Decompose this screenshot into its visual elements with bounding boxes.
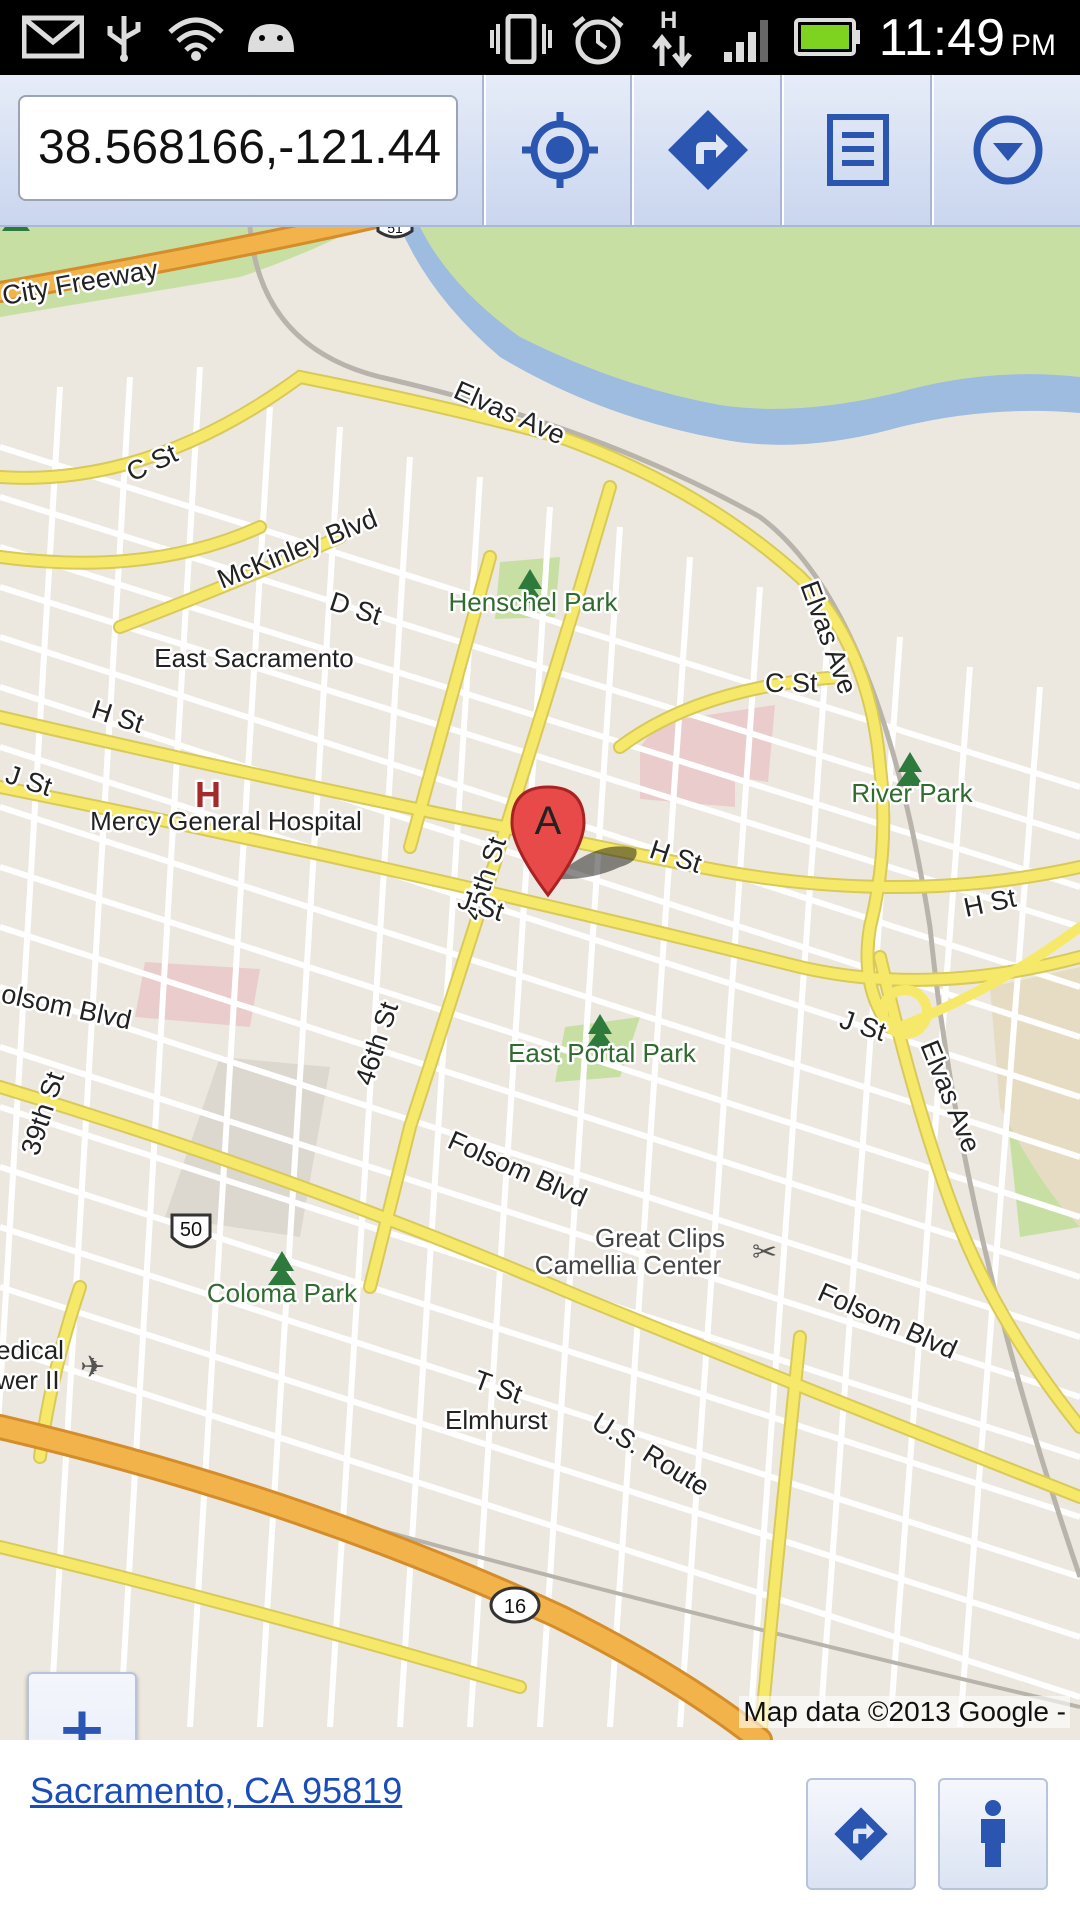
route-51-shield-label: 51 (387, 227, 403, 236)
address-link[interactable]: Sacramento, CA 95819 (30, 1770, 402, 1812)
battery-icon (794, 18, 860, 56)
camellia-center-label: Camellia Center (535, 1250, 722, 1280)
route-16-shield-label: 16 (504, 1596, 526, 1618)
signal-icon (724, 20, 768, 62)
person-icon (981, 1800, 1005, 1867)
status-bar: H 11:49 PM (0, 0, 1080, 75)
svg-text:H: H (660, 7, 677, 34)
elmhurst-label: Elmhurst (445, 1405, 548, 1435)
chevron-down-icon (973, 115, 1043, 185)
henschel-park-label: Henschel Park (448, 587, 618, 617)
map-view[interactable]: 50 16 51 H ✂ ✈ City Freeway Elvas Ave C … (0, 227, 1080, 1740)
status-ampm: PM (1011, 29, 1056, 62)
directions-button-bottom[interactable] (806, 1778, 916, 1890)
wifi-icon (168, 17, 224, 61)
directions-icon (834, 1807, 888, 1861)
mckinley-blvd-label: McKinley Blvd (213, 503, 381, 594)
coloma-park-label: Coloma Park (207, 1278, 358, 1308)
t-st-label: T St (470, 1364, 527, 1409)
usb-icon (107, 16, 141, 62)
hspa-data-icon: H (652, 7, 692, 68)
c-st-right-label: C St (765, 668, 818, 698)
east-sacramento-label: East Sacramento (154, 643, 353, 673)
map-canvas: 50 16 51 H ✂ ✈ City Freeway Elvas Ave C … (0, 227, 1080, 1740)
route-50-shield-label: 50 (180, 1219, 202, 1241)
zoom-in-button[interactable]: + (29, 1674, 135, 1740)
vibrate-icon (490, 14, 552, 64)
zoom-control: + − (27, 1672, 137, 1740)
marker-letter-label: A (535, 799, 562, 843)
airport-icon: ✈ (80, 1350, 105, 1385)
great-clips-label: Great Clips (595, 1223, 725, 1253)
tree-icon (2, 227, 30, 231)
map-attribution: Map data ©2013 Google - (739, 1696, 1070, 1728)
street-view-button[interactable] (938, 1778, 1048, 1890)
route-51-shield: 51 (376, 227, 414, 239)
route-50-shield: 50 (170, 1213, 212, 1249)
directions-icon (668, 110, 748, 190)
medical-label: edical (0, 1335, 64, 1365)
my-location-icon (522, 112, 598, 188)
tower-label: wer II (0, 1365, 60, 1395)
list-button[interactable] (782, 75, 932, 225)
river-park-label: River Park (851, 778, 973, 808)
location-marker-a[interactable]: A (510, 785, 637, 898)
android-icon (248, 24, 294, 52)
east-portal-park-label: East Portal Park (508, 1038, 697, 1068)
d-st-label: D St (326, 586, 386, 631)
bottom-bar: Sacramento, CA 95819 (0, 1740, 1080, 1920)
freeways (0, 227, 773, 1740)
search-input[interactable]: 38.568166,-121.44 (18, 95, 458, 201)
list-icon (827, 114, 889, 186)
scissors-icon: ✂ (752, 1235, 777, 1270)
mercy-general-hospital-label: Mercy General Hospital (90, 806, 362, 836)
my-location-button[interactable] (484, 75, 634, 225)
route-16-shield: 16 (489, 1586, 541, 1624)
status-time-value: 11:49 (878, 9, 1005, 67)
status-time: 11:49 PM (879, 8, 1056, 68)
gmail-icon (22, 15, 84, 59)
menu-dropdown-button[interactable] (932, 75, 1080, 225)
h-st-center-label: H St (646, 834, 706, 879)
hospital-area (135, 962, 260, 1027)
alarm-icon (572, 16, 624, 65)
map-toolbar: 38.568166,-121.44 (0, 75, 1080, 227)
directions-button[interactable] (632, 75, 782, 225)
